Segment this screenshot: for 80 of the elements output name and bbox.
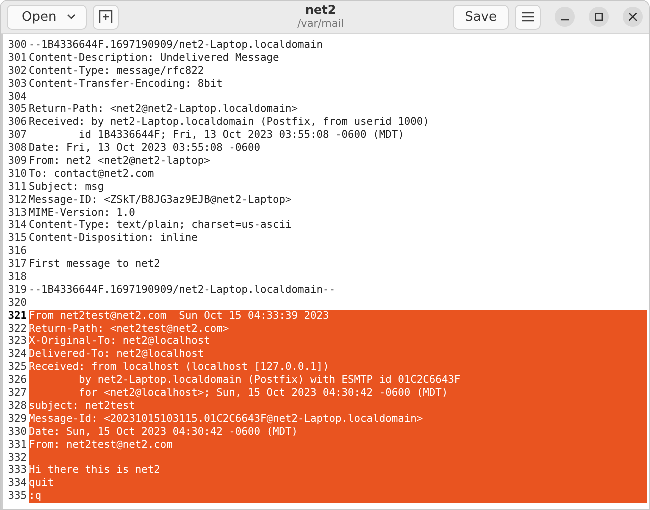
- code-line: quit: [29, 477, 54, 490]
- caret-icon: [66, 14, 76, 20]
- code-line: subject: net2test: [29, 400, 136, 412]
- line-number: 325: [7, 361, 28, 374]
- line-number: 314: [7, 219, 28, 232]
- line-number: 332: [7, 452, 28, 464]
- line-number: 323: [7, 335, 28, 348]
- code-line: From: net2test@net2.com: [29, 438, 173, 451]
- line-number: 303: [7, 78, 28, 91]
- code-line: Content-Description: Undelivered Message: [29, 52, 280, 64]
- line-number: 329: [7, 412, 28, 426]
- menu-button[interactable]: [514, 4, 541, 30]
- new-tab-button[interactable]: [92, 4, 119, 30]
- close-button[interactable]: [622, 7, 643, 27]
- line-number: 327: [7, 387, 28, 400]
- line-number: 317: [7, 258, 28, 272]
- code-line: Return-Path: <net2@net2-Laptop.localdomain>: [29, 103, 298, 116]
- menu-icon: [522, 12, 534, 22]
- code-line: Message-ID: <ZSkT/B8JG3az9EJB@net2-Laptop>: [29, 194, 292, 206]
- line-number: 305: [7, 103, 28, 116]
- code-line: Received: from localhost (localhost [127.0.0.1]): [29, 361, 330, 374]
- line-number: 302: [7, 64, 28, 78]
- code-line: Date: Fri, 13 Oct 2023 03:55:08 -0600: [29, 142, 260, 154]
- new-tab-icon: [98, 10, 113, 24]
- code-line: Delivered-To: net2@localhost: [29, 348, 204, 360]
- close-icon: [628, 13, 637, 21]
- code-line: id 1B4336644F; Fri, 13 Oct 2023 03:55:08 -0600 (MDT): [78, 129, 404, 142]
- line-number: 334: [7, 477, 28, 490]
- code-line: To: contact@net2.com: [29, 168, 154, 180]
- line-number: 320: [7, 296, 28, 310]
- maximize-button[interactable]: [588, 7, 609, 27]
- line-number: 318: [7, 271, 28, 284]
- maximize-icon: [594, 13, 603, 21]
- line-number: 324: [7, 348, 28, 362]
- line-number: 309: [7, 155, 28, 168]
- code-line: Content-Type: message/rfc822: [29, 64, 204, 77]
- code-line: --1B4336644F.1697190909/net2-Laptop.localdomain: [29, 39, 324, 51]
- line-number: 331: [7, 438, 28, 452]
- line-number: 304: [7, 90, 28, 104]
- window-subtitle: /var/mail: [298, 17, 344, 31]
- code-line: From: net2 <net2@net2-laptop>: [29, 155, 210, 168]
- code-line: Subject: msg: [29, 180, 104, 193]
- open-button[interactable]: Open: [7, 4, 87, 30]
- line-number: 315: [7, 232, 28, 246]
- line-number: 321: [7, 310, 28, 323]
- code-line: by net2-Laptop.localdomain (Postfix) with ESMTP id 01C2C6643F: [78, 374, 461, 386]
- line-number: 335: [7, 490, 28, 504]
- code-line: Hi there this is net2: [29, 464, 160, 476]
- line-number: 326: [7, 374, 28, 388]
- code-line: First message to net2: [29, 258, 160, 270]
- code-line: Return-Path: <net2test@net2.com>: [29, 322, 230, 335]
- code-line: Message-Id: <20231015103115.01C2C6643F@net2-Laptop.localdomain>: [29, 412, 424, 425]
- line-number: 310: [7, 168, 28, 181]
- line-number: 301: [7, 52, 28, 65]
- save-button[interactable]: Save: [453, 4, 509, 30]
- line-number: 308: [7, 142, 28, 156]
- line-number: 313: [7, 206, 28, 220]
- code-line: Content-Transfer-Encoding: 8bit: [29, 78, 223, 90]
- code-line: :q: [29, 490, 42, 502]
- line-number: 300: [7, 39, 28, 52]
- code-line: From net2test@net2.com Sun Oct 15 04:33:39 2023: [29, 310, 330, 322]
- line-number: 322: [7, 322, 28, 336]
- line-number: 333: [7, 464, 28, 478]
- code-line: for <net2@localhost>; Sun, 15 Oct 2023 04:30:42 -0600 (MDT): [78, 387, 448, 400]
- code-line: Date: Sun, 15 Oct 2023 04:30:42 -0600 (MDT): [29, 426, 298, 438]
- code-line: Content-Disposition: inline: [29, 232, 198, 244]
- line-number: 316: [7, 245, 28, 258]
- line-number: 307: [7, 129, 28, 142]
- code-line: MIME-Version: 1.0: [29, 206, 136, 219]
- line-number: 328: [7, 400, 28, 413]
- line-number: 330: [7, 426, 28, 439]
- code-line: --1B4336644F.1697190909/net2-Laptop.localdomain--: [29, 284, 336, 296]
- line-number: 306: [7, 116, 28, 130]
- code-line: Received: by net2-Laptop.localdomain (Postfix, from userid 1000): [29, 116, 430, 128]
- window-title: net2: [306, 3, 336, 17]
- code-line: Content-Type: text/plain; charset=us-ascii: [29, 219, 292, 232]
- code-line: X-Original-To: net2@localhost: [29, 335, 210, 348]
- line-number: 319: [7, 284, 28, 297]
- line-number: 312: [7, 194, 28, 207]
- line-number: 311: [7, 180, 28, 194]
